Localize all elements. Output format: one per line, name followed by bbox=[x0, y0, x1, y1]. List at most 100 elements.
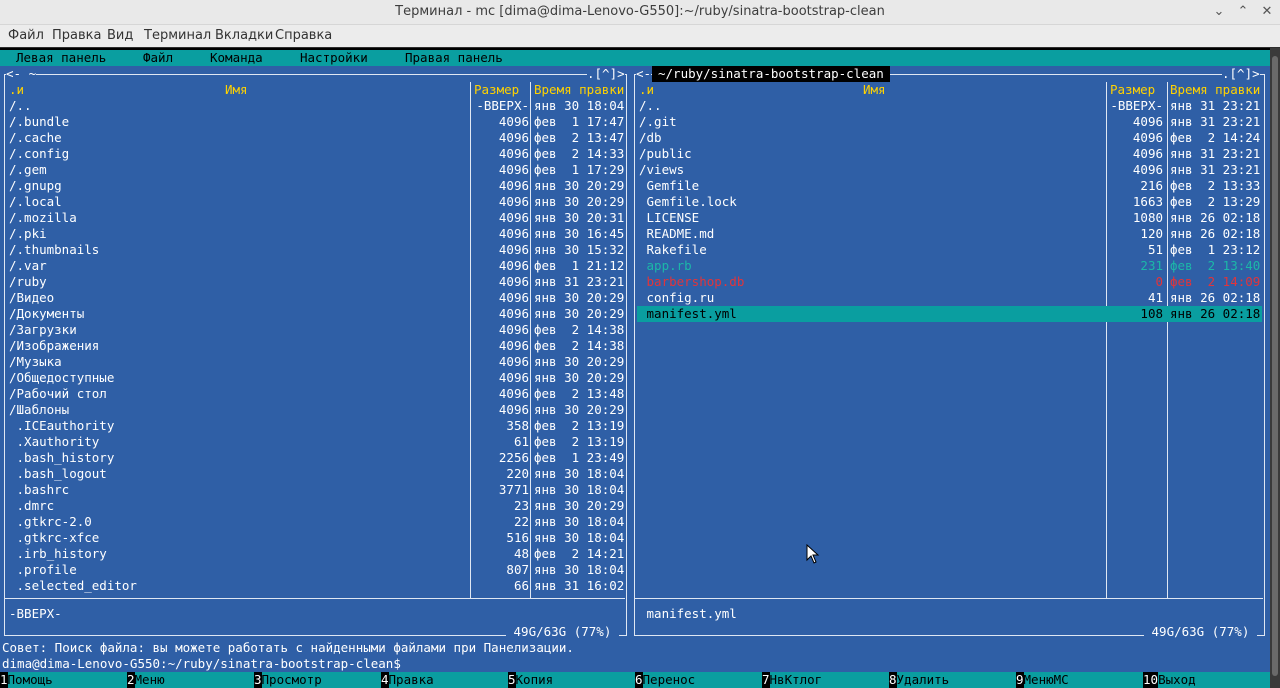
left-file-size: 4096 bbox=[498, 130, 529, 145]
menu-help[interactable]: Справка bbox=[275, 28, 332, 43]
close-icon[interactable]: ✕ bbox=[1258, 3, 1276, 21]
left-file-size: 4096 bbox=[498, 114, 529, 129]
left-file-row[interactable]: .irb_history 48 фев 2 14:21 bbox=[5, 546, 625, 562]
shell-prompt[interactable]: dima@dima-Lenovo-G550:~/ruby/sinatra-boo… bbox=[2, 656, 401, 672]
right-file-row[interactable]: /.. -ВВЕРХ-янв 31 23:21 bbox=[637, 98, 1262, 114]
left-file-row[interactable]: /.local 4096 янв 30 20:29 bbox=[5, 194, 625, 210]
left-file-row[interactable]: .bash_logout 220 янв 30 18:04 bbox=[5, 466, 625, 482]
menu-file[interactable]: Файл bbox=[8, 28, 44, 43]
right-file-row[interactable]: app.rb 231 фев 2 13:40 bbox=[637, 258, 1262, 274]
menu-edit[interactable]: Правка bbox=[52, 28, 101, 43]
left-file-row[interactable]: /.pki 4096 янв 30 16:45 bbox=[5, 226, 625, 242]
right-file-row[interactable]: barbershop.db 0 фев 2 14:09 bbox=[637, 274, 1262, 290]
right-panel-topleft[interactable]: <- bbox=[636, 66, 652, 82]
left-file-row[interactable]: /Загрузки 4096 фев 2 14:38 bbox=[5, 322, 625, 338]
menu-terminal[interactable]: Терминал bbox=[144, 28, 211, 43]
fkey-2[interactable]: 2 Меню bbox=[127, 672, 254, 688]
right-col-time-header[interactable]: Время правки bbox=[1170, 82, 1260, 98]
right-panel-topright[interactable]: .[^]> bbox=[1222, 66, 1260, 82]
right-file-time: фев 2 13:29 bbox=[1170, 194, 1261, 209]
mc-menu-command[interactable]: Команда bbox=[210, 50, 263, 66]
left-file-time: янв 30 20:29 bbox=[534, 178, 625, 193]
fkey-1[interactable]: 1 Помощь bbox=[0, 672, 127, 688]
right-file-row[interactable]: README.md 120 янв 26 02:18 bbox=[637, 226, 1262, 242]
left-col-sort[interactable]: .и bbox=[9, 82, 24, 98]
minimize-icon[interactable]: ⌄ bbox=[1210, 3, 1228, 21]
left-file-row[interactable]: /.bundle 4096 фев 1 17:47 bbox=[5, 114, 625, 130]
fkey-7[interactable]: 7 НвКтлог bbox=[762, 672, 889, 688]
left-panel-topleft[interactable]: <- ~ bbox=[6, 66, 37, 82]
left-panel-topright[interactable]: .[^]> bbox=[587, 66, 625, 82]
left-file-row[interactable]: /.thumbnails 4096 янв 30 15:32 bbox=[5, 242, 625, 258]
left-file-row[interactable]: /.var 4096 фев 1 21:12 bbox=[5, 258, 625, 274]
left-file-row[interactable]: .gtkrc-2.0 22 янв 30 18:04 bbox=[5, 514, 625, 530]
left-panel[interactable]: <- ~ .[^]> .и Имя Размер Время правки /.… bbox=[0, 66, 632, 686]
left-file-row[interactable]: .bashrc 3771 янв 30 18:04 bbox=[5, 482, 625, 498]
fkey-6[interactable]: 6 Перенос bbox=[635, 672, 762, 688]
left-file-row[interactable]: /.gnupg 4096 янв 30 20:29 bbox=[5, 178, 625, 194]
fkey-8[interactable]: 8 Удалить bbox=[889, 672, 1016, 688]
left-file-row[interactable]: /.mozilla 4096 янв 30 20:31 bbox=[5, 210, 625, 226]
menu-view[interactable]: Вид bbox=[107, 28, 133, 43]
scrollbar-thumb[interactable] bbox=[1272, 56, 1278, 676]
left-file-row[interactable]: /Документы 4096 янв 30 20:29 bbox=[5, 306, 625, 322]
mc-menu-file[interactable]: Файл bbox=[143, 50, 173, 66]
left-file-name: /.gnupg bbox=[9, 178, 62, 193]
mc-menu-right-panel[interactable]: Правая панель bbox=[405, 50, 503, 66]
right-file-row[interactable]: Gemfile 216 фев 2 13:33 bbox=[637, 178, 1262, 194]
maximize-icon[interactable]: ⌃ bbox=[1234, 3, 1252, 21]
right-file-row[interactable]: /views 4096 янв 31 23:21 bbox=[637, 162, 1262, 178]
left-file-row[interactable]: /.config 4096 фев 2 14:33 bbox=[5, 146, 625, 162]
left-file-row[interactable]: /ruby 4096 янв 31 23:21 bbox=[5, 274, 625, 290]
mc-menu-left-panel[interactable]: Левая панель bbox=[16, 50, 106, 66]
left-file-row[interactable]: /Рабочий стол 4096 фев 2 13:48 bbox=[5, 386, 625, 402]
mc-menu-options[interactable]: Настройки bbox=[300, 50, 368, 66]
fkey-3[interactable]: 3 Просмотр bbox=[254, 672, 381, 688]
fkey-10[interactable]: 10 Выход bbox=[1143, 672, 1270, 688]
left-file-row[interactable]: .selected_editor 66 янв 31 16:02 bbox=[5, 578, 625, 594]
right-file-row[interactable]: /.git 4096 янв 31 23:21 bbox=[637, 114, 1262, 130]
left-file-row[interactable]: /Видео 4096 янв 30 20:29 bbox=[5, 290, 625, 306]
menu-tabs[interactable]: Вкладки bbox=[215, 28, 273, 43]
left-file-row[interactable]: .bash_history 2256 фев 1 23:49 bbox=[5, 450, 625, 466]
right-col-name-header[interactable]: Имя bbox=[863, 82, 886, 98]
right-file-row[interactable]: /db 4096 фев 2 14:24 bbox=[637, 130, 1262, 146]
left-file-row[interactable]: /Шаблоны 4096 янв 30 20:29 bbox=[5, 402, 625, 418]
left-file-name: /.config bbox=[9, 146, 70, 161]
right-file-row[interactable]: /public 4096 янв 31 23:21 bbox=[637, 146, 1262, 162]
left-file-time: янв 30 20:31 bbox=[534, 210, 625, 225]
right-file-time: фев 1 23:12 bbox=[1170, 242, 1261, 257]
left-col-time-header[interactable]: Время правки bbox=[534, 82, 624, 98]
left-file-row[interactable]: /.cache 4096 фев 2 13:47 bbox=[5, 130, 625, 146]
terminal-area[interactable]: Левая панель Файл Команда Настройки Прав… bbox=[0, 48, 1270, 688]
left-file-row[interactable]: .profile 807 янв 30 18:04 bbox=[5, 562, 625, 578]
left-file-size: 4096 bbox=[498, 178, 529, 193]
left-col-size-header[interactable]: Размер bbox=[474, 82, 519, 98]
right-file-size: 41 bbox=[1147, 290, 1163, 305]
right-panel[interactable]: <- ~/ruby/sinatra-bootstrap-clean .[^]> … bbox=[632, 66, 1270, 686]
left-file-row[interactable]: .gtkrc-xfce 516 янв 30 18:04 bbox=[5, 530, 625, 546]
left-file-row[interactable]: .ICEauthority 358 фев 2 13:19 bbox=[5, 418, 625, 434]
fkey-4[interactable]: 4 Правка bbox=[381, 672, 508, 688]
right-file-row[interactable]: config.ru 41 янв 26 02:18 bbox=[637, 290, 1262, 306]
left-file-row[interactable]: /Изображения 4096 фев 2 14:38 bbox=[5, 338, 625, 354]
right-col-sort[interactable]: .и bbox=[639, 82, 654, 98]
right-file-row[interactable]: manifest.yml 108 янв 26 02:18 bbox=[637, 306, 1262, 322]
left-file-size: 4096 bbox=[498, 258, 529, 273]
left-file-row[interactable]: /.gem 4096 фев 1 17:29 bbox=[5, 162, 625, 178]
left-file-row[interactable]: /.. -ВВЕРХ-янв 30 18:04 bbox=[5, 98, 625, 114]
right-disk-usage: 49G/63G (77%) bbox=[1144, 624, 1257, 640]
left-file-row[interactable]: .Xauthority 61 фев 2 13:19 bbox=[5, 434, 625, 450]
left-file-row[interactable]: /Общедоступные 4096 янв 30 20:29 bbox=[5, 370, 625, 386]
left-file-row[interactable]: /Музыка 4096 янв 30 20:29 bbox=[5, 354, 625, 370]
terminal-scrollbar[interactable] bbox=[1270, 48, 1280, 688]
left-col-name-header[interactable]: Имя bbox=[225, 82, 248, 98]
right-file-row[interactable]: Rakefile 51 фев 1 23:12 bbox=[637, 242, 1262, 258]
right-file-row[interactable]: LICENSE 1080 янв 26 02:18 bbox=[637, 210, 1262, 226]
fkey-5[interactable]: 5 Копия bbox=[508, 672, 635, 688]
right-file-row[interactable]: Gemfile.lock 1663 фев 2 13:29 bbox=[637, 194, 1262, 210]
right-col-size-header[interactable]: Размер bbox=[1110, 82, 1155, 98]
fkey-9[interactable]: 9 МенюMC bbox=[1016, 672, 1143, 688]
left-file-time: фев 2 13:48 bbox=[534, 386, 625, 401]
left-file-row[interactable]: .dmrc 23 янв 30 20:29 bbox=[5, 498, 625, 514]
